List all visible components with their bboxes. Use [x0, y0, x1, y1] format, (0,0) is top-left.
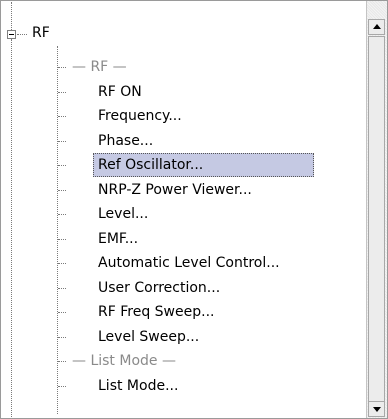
tree-guide-line: [58, 263, 66, 264]
tree-guide-line: [11, 39, 12, 417]
tree-item[interactable]: Automatic Level Control...: [98, 251, 280, 275]
tree-guide-line: [17, 34, 27, 35]
tree-item[interactable]: Frequency...: [98, 104, 182, 128]
tree-item[interactable]: RF ON: [98, 80, 142, 104]
tree-guide-line: [58, 238, 66, 240]
scroll-up-icon[interactable]: [368, 19, 385, 35]
tree-item[interactable]: NRP-Z Power Viewer...: [98, 178, 252, 202]
tree-item[interactable]: Level Sweep...: [98, 325, 199, 349]
tree-item[interactable]: Phase...: [98, 129, 153, 153]
collapse-icon[interactable]: [7, 30, 16, 39]
scroll-down-icon[interactable]: [368, 401, 385, 417]
tree-root-rf[interactable]: RF: [32, 25, 50, 41]
tree-guide-line: [58, 214, 66, 215]
tree-item[interactable]: List Mode...: [98, 374, 178, 398]
tree-view: RF — RF — RF ON Frequency... Phase... Ref Os…: [2, 2, 366, 417]
tree-view-panel: RF — RF — RF ON Frequency... Phase... Ref Os…: [0, 0, 388, 419]
tree-guide-line: [58, 287, 66, 289]
tree-item[interactable]: Ref Oscillator...: [93, 153, 314, 177]
tree-item[interactable]: User Correction...: [98, 276, 220, 300]
tree-guide-line: [58, 361, 66, 362]
tree-item[interactable]: Level...: [98, 202, 148, 226]
tree-guide-line: [58, 385, 66, 387]
tree-guide-line: [58, 312, 66, 313]
tree-guide-line: [57, 46, 58, 414]
scrollbar-thumb[interactable]: [368, 36, 385, 404]
tree-guide-line: [58, 116, 66, 117]
vertical-scrollbar[interactable]: [366, 1, 387, 418]
tree-guide-line: [58, 91, 66, 93]
tree-guide-line: [58, 140, 66, 142]
tree-guide-line: [58, 189, 66, 191]
tree-guide-line: [11, 2, 12, 30]
tree-section-header: — RF —: [72, 59, 127, 75]
tree-item[interactable]: EMF...: [98, 227, 138, 251]
tree-guide-line: [58, 336, 66, 338]
tree-guide-line: [58, 67, 66, 68]
tree-guide-line: [58, 165, 66, 166]
tree-item[interactable]: RF Freq Sweep...: [98, 300, 214, 324]
tree-section-header: — List Mode —: [72, 353, 176, 369]
